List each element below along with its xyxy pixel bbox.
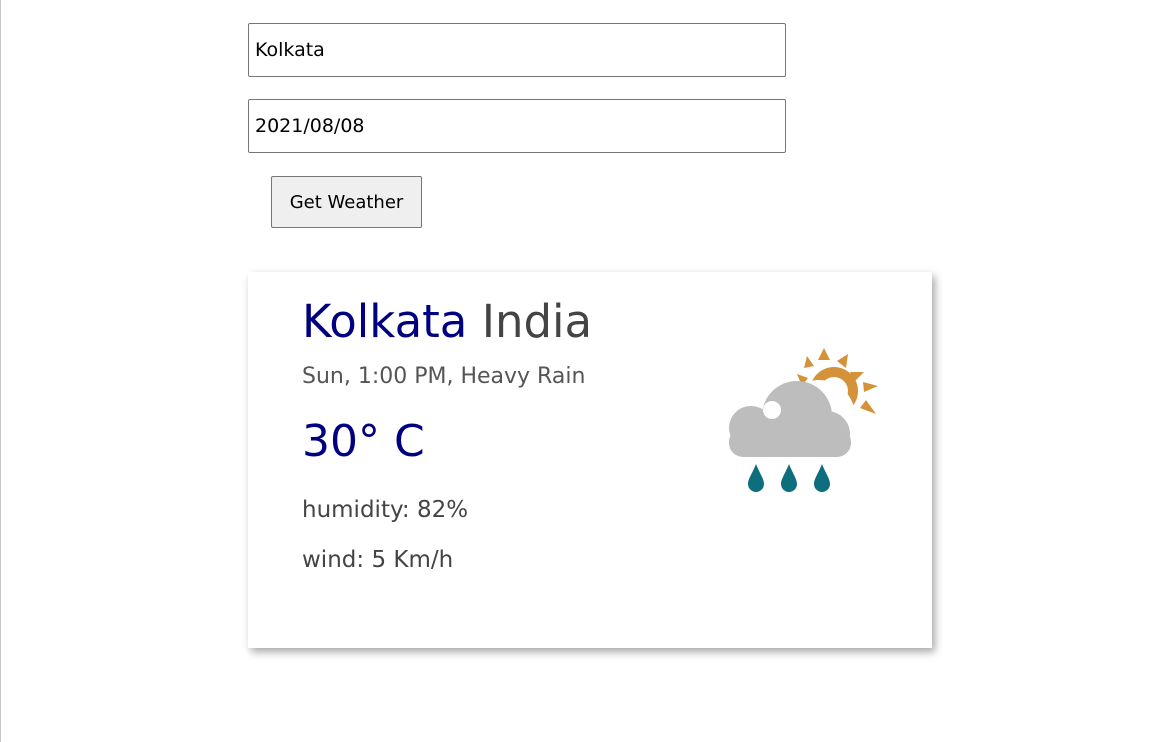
cloud-icon [724, 380, 855, 457]
get-weather-button[interactable]: Get Weather [271, 176, 422, 228]
city-name: Kolkata [302, 295, 468, 348]
city-input[interactable] [248, 23, 786, 77]
humidity: humidity: 82% [302, 497, 469, 523]
cloud-sun-rain-icon [724, 348, 878, 492]
temperature: 30° C [302, 416, 425, 467]
country-name: India [481, 295, 593, 348]
wind: wind: 5 Km/h [302, 547, 454, 573]
location-title: Kolkata India [302, 294, 592, 350]
weather-card: Kolkata India Sun, 1:00 PM, Heavy Rain 3… [248, 272, 932, 648]
date-input[interactable] [248, 99, 786, 153]
page: Get Weather Kolkata India Sun, 1:00 PM, … [0, 0, 1176, 742]
raindrop-icon [748, 464, 830, 492]
weather-summary: Sun, 1:00 PM, Heavy Rain [302, 364, 586, 389]
